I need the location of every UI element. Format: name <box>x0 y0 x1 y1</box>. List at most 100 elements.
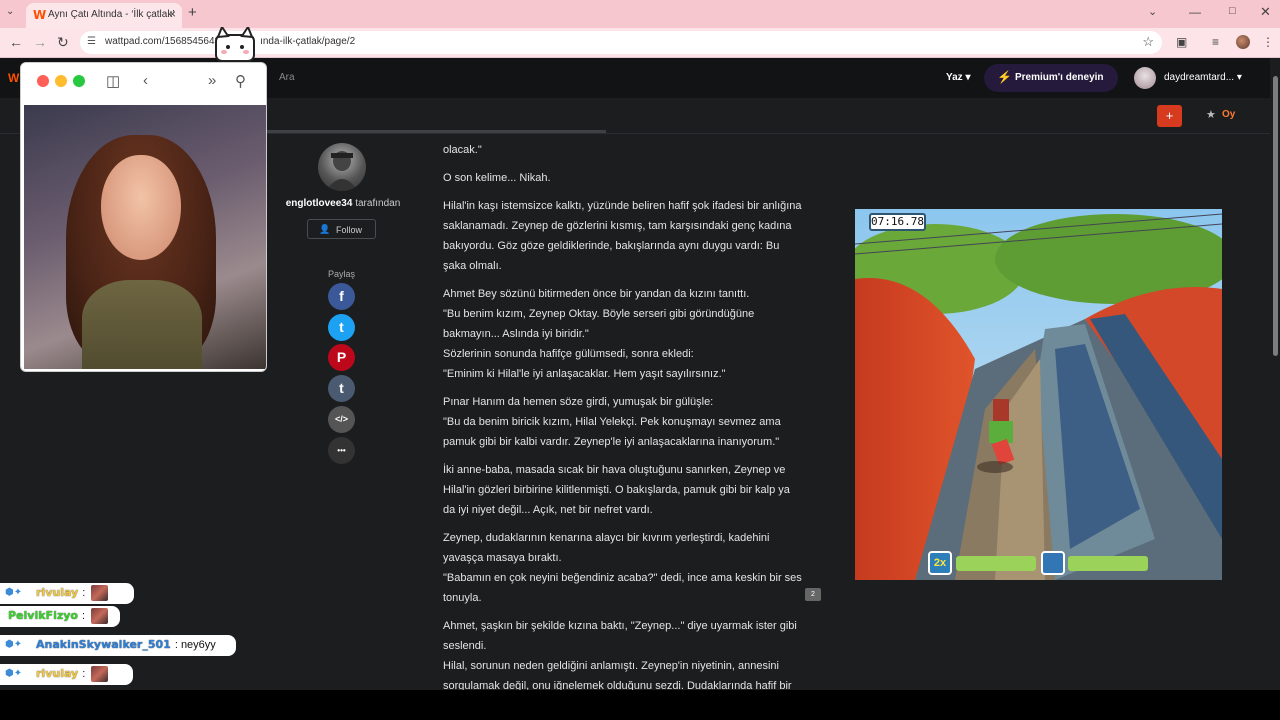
extensions-icon[interactable]: ▣ <box>1176 35 1187 49</box>
vote-label[interactable]: Oy <box>1222 109 1235 120</box>
story-line: Zeynep, dudaklarının kenarına alaycı bir… <box>443 532 770 564</box>
author-photo-icon <box>326 151 358 191</box>
story-line: Hilal'in kaşı istemsizce kalktı, yüzünde… <box>443 200 802 272</box>
story-paragraph: olacak." <box>443 140 805 160</box>
browser-toolbar: ← → ↻ ☰ wattpad.com/1568545642 ında-ilk-ç… <box>0 28 1280 58</box>
chat-text: : <box>81 610 86 622</box>
game-timer: 07:16.78 <box>869 213 926 231</box>
chat-message: ⬢✦ AnakinSkywalker_501: ney6yy <box>0 635 236 656</box>
back-icon[interactable]: ‹ <box>143 72 148 89</box>
story-paragraph: O son kelime... Nikah. <box>443 168 805 188</box>
share-label: Paylaş <box>328 269 356 279</box>
story-paragraph: Ahmet, şaşkın bir şekilde kızına baktı, … <box>443 616 805 696</box>
story-line: Pınar Hanım da hemen söze girdi, yumuşak… <box>443 396 714 408</box>
more-share-icon[interactable]: ••• <box>328 437 355 464</box>
url-end: ında-ilk-çatlak/page/2 <box>260 36 356 47</box>
url-start: wattpad.com/1568545642 <box>105 36 221 47</box>
search-icon[interactable]: ⚲ <box>235 72 246 90</box>
close-dot-icon[interactable] <box>37 75 49 87</box>
star-icon[interactable]: ★ <box>1206 108 1216 121</box>
chat-emote-icon <box>91 585 109 601</box>
embed-share-icon[interactable]: </> <box>328 406 355 433</box>
story-line: "Eminim ki Hilal'le iyi anlaşacaklar. He… <box>443 368 726 380</box>
chat-message: ⬢✦ rivulay: <box>0 664 133 685</box>
cat-mascot-icon <box>215 27 255 62</box>
author-suffix: tarafından <box>352 198 401 209</box>
tab-title: Aynı Çatı Altında - ‘İlk çatlak’ <box>48 9 175 20</box>
chat-username[interactable]: AnakinSkywalker_501 <box>36 638 171 651</box>
subway-surfers-scene <box>855 209 1222 580</box>
story-paragraph: Zeynep, dudaklarının kenarına alaycı bir… <box>443 528 805 608</box>
tumblr-share-icon[interactable]: t <box>328 375 355 402</box>
scrollbar-thumb[interactable] <box>1273 76 1278 356</box>
new-tab-icon[interactable]: + <box>188 4 197 21</box>
media-icon[interactable]: ≡ <box>1212 35 1219 49</box>
pinterest-share-icon[interactable]: P <box>328 344 355 371</box>
forward-icon[interactable]: → <box>33 34 47 50</box>
bookmark-star-icon[interactable]: ☆ <box>1142 34 1154 50</box>
minimize-dot-icon[interactable] <box>55 75 67 87</box>
tab-search-icon[interactable]: ⌄ <box>6 6 14 17</box>
chat-emote-icon <box>91 666 109 682</box>
powerup-icon <box>1041 551 1065 575</box>
browser-tab-bar: ⌄ W Aynı Çatı Altında - ‘İlk çatlak’ × +… <box>0 0 1280 28</box>
browser-tab[interactable]: W Aynı Çatı Altında - ‘İlk çatlak’ × <box>26 3 182 28</box>
premium-label: Premium'ı deneyin <box>1015 72 1104 83</box>
webcam-feed <box>24 105 266 369</box>
write-label: Yaz <box>946 72 963 83</box>
site-info-icon[interactable]: ☰ <box>87 36 96 47</box>
powerup-bar-2 <box>1068 556 1148 571</box>
story-paragraph: Hilal'in kaşı istemsizce kalktı, yüzünde… <box>443 196 805 276</box>
wattpad-favicon-icon: W <box>33 8 47 22</box>
chat-username[interactable]: rivulay <box>36 586 78 599</box>
reload-icon[interactable]: ↻ <box>57 34 69 51</box>
tab-list-icon[interactable]: ⌄ <box>1148 5 1157 18</box>
search-label[interactable]: Ara <box>279 72 295 83</box>
author-name[interactable]: englotlovee34 <box>286 198 353 209</box>
tab-close-icon[interactable]: × <box>169 7 176 21</box>
username: daydreamtard... <box>1164 72 1235 83</box>
user-avatar[interactable] <box>1134 67 1156 89</box>
author-avatar[interactable] <box>318 143 366 191</box>
game-hud: 2x <box>928 551 1148 577</box>
story-line: Sözlerinin sonunda hafifçe gülümsedi, so… <box>443 348 694 360</box>
bottom-bar <box>0 690 1280 720</box>
add-user-icon: 👤 <box>319 224 331 234</box>
story-paragraph: Pınar Hanım da hemen söze girdi, yumuşak… <box>443 392 805 452</box>
chat-badge-icon: ⬢✦ <box>5 668 23 679</box>
comment-count-badge[interactable]: 2 <box>805 588 821 601</box>
forward-icon[interactable]: » <box>208 72 216 89</box>
story-text: olacak." O son kelime... Nikah. Hilal'in k… <box>443 140 805 704</box>
menu-icon[interactable]: ⋮ <box>1262 35 1274 49</box>
wattpad-logo[interactable]: W <box>8 71 19 85</box>
chat-username[interactable]: rivulay <box>36 667 78 680</box>
chat-emote-icon <box>90 608 108 624</box>
story-line: Hilal, sorunun neden geldiğini anlamıştı… <box>443 660 792 692</box>
webcam-window: ◫ ‹ » ⚲ <box>20 62 267 372</box>
premium-button[interactable]: ⚡ Premium'ı deneyin <box>984 64 1118 92</box>
add-to-list-button[interactable]: + <box>1157 105 1182 127</box>
minimize-icon[interactable]: — <box>1189 5 1201 19</box>
profile-avatar-icon[interactable] <box>1236 35 1250 49</box>
chat-username[interactable]: PelvikFizyo <box>8 609 78 622</box>
sidebar-icon[interactable]: ◫ <box>106 72 120 90</box>
close-window-icon[interactable]: ✕ <box>1260 4 1271 20</box>
twitter-share-icon[interactable]: t <box>328 314 355 341</box>
story-line: "Bu benim kızım, Zeynep Oktay. Böyle ser… <box>443 308 755 340</box>
story-line: İki anne-baba, masada sıcak bir hava olu… <box>443 464 790 516</box>
facebook-share-icon[interactable]: f <box>328 283 355 310</box>
story-line: "Babamın en çok neyini beğendiniz acaba?… <box>443 572 802 604</box>
story-paragraph: Ahmet Bey sözünü bitirmeden önce bir yan… <box>443 284 805 384</box>
write-button[interactable]: Yaz ▾ <box>946 72 971 83</box>
user-menu[interactable]: daydreamtard... ▾ <box>1164 72 1242 83</box>
maximize-dot-icon[interactable] <box>73 75 85 87</box>
story-line: O son kelime... Nikah. <box>443 172 551 184</box>
back-icon[interactable]: ← <box>9 34 23 50</box>
chat-badge-icon: ⬢✦ <box>5 587 23 598</box>
chat-text: : <box>82 668 86 680</box>
chat-text: : ney6yy <box>174 639 216 651</box>
chat-badge-icon: ⬢✦ <box>5 639 23 650</box>
story-line: "Bu da benim biricik kızım, Hilal Yelekç… <box>443 416 781 448</box>
maximize-icon[interactable]: □ <box>1229 5 1236 17</box>
follow-button[interactable]: 👤 Follow <box>307 219 376 239</box>
